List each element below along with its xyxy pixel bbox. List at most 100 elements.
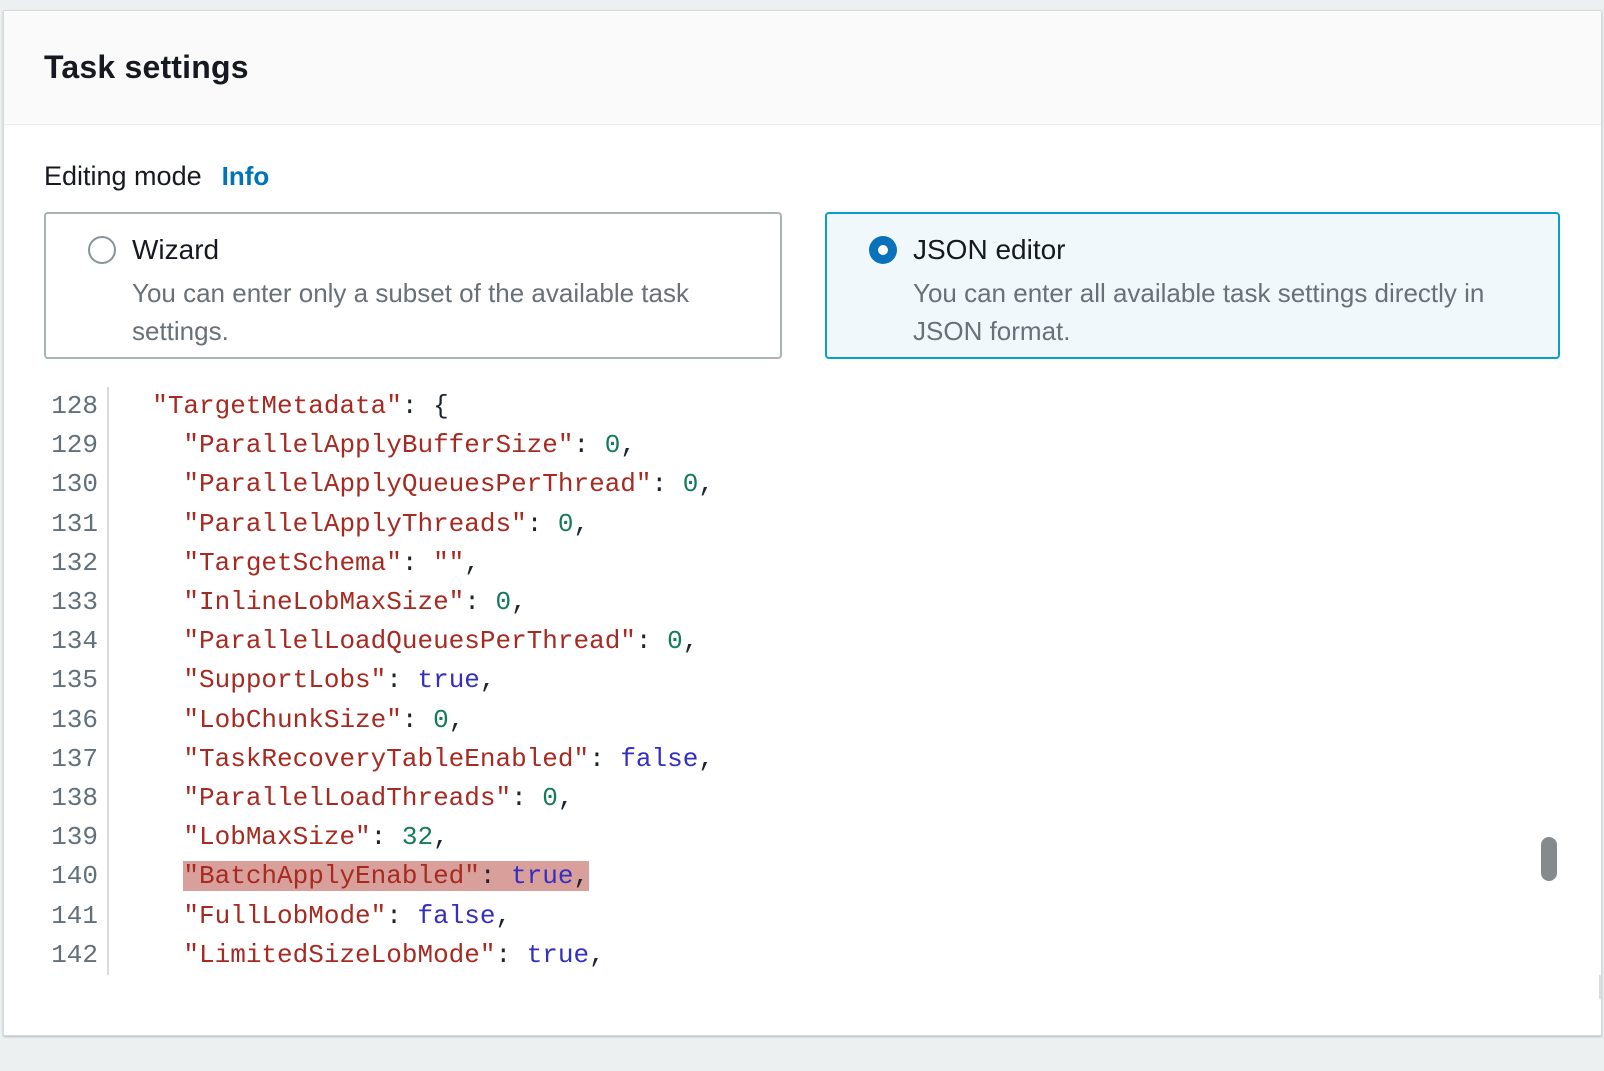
- json-key-token: "InlineLobMaxSize": [183, 587, 464, 617]
- json-plain-token: ,: [620, 430, 636, 460]
- line-number: 139: [4, 818, 109, 857]
- json-bool-token: true: [511, 861, 573, 891]
- json-plain-token: ,: [683, 626, 699, 656]
- panel-header: Task settings: [4, 11, 1601, 125]
- json-plain-token: ,: [496, 901, 512, 931]
- tile-wizard-label: Wizard: [132, 234, 219, 266]
- json-num-token: 0: [683, 469, 699, 499]
- json-key-token: "LobChunkSize": [183, 705, 401, 735]
- line-number: 130: [4, 465, 109, 504]
- highlighted-code-segment: "BatchApplyEnabled": true,: [183, 861, 589, 891]
- line-number: 129: [4, 426, 109, 465]
- json-editor-radio[interactable]: [869, 236, 897, 264]
- code-segment: "TaskRecoveryTableEnabled": false,: [183, 744, 714, 774]
- json-plain-token: ,: [558, 783, 574, 813]
- code-segment: "ParallelLoadThreads": 0,: [183, 783, 573, 813]
- json-num-token: 0: [558, 509, 574, 539]
- json-bool-token: false: [417, 901, 495, 931]
- code-segment: "TargetMetadata": {: [152, 391, 448, 421]
- code-line: "ParallelApplyThreads": 0,: [109, 505, 589, 544]
- json-plain-token: :: [386, 901, 417, 931]
- json-plain-token: :: [371, 822, 402, 852]
- tile-wizard-description: You can enter only a subset of the avail…: [132, 274, 732, 350]
- json-plain-token: :: [511, 783, 542, 813]
- panel-body: Editing mode Info Wizard You can enter o…: [4, 161, 1601, 1071]
- code-segment: "ParallelApplyBufferSize": 0,: [183, 430, 636, 460]
- json-key-token: "ParallelApplyQueuesPerThread": [183, 469, 651, 499]
- editor-line: 137 "TaskRecoveryTableEnabled": false,: [4, 740, 1601, 779]
- task-settings-panel: Task settings Editing mode Info Wizard Y…: [3, 10, 1602, 1036]
- json-plain-token: ,: [480, 665, 496, 695]
- line-number: 137: [4, 740, 109, 779]
- editor-lines: 128 "TargetMetadata": { 129 "ParallelAppl…: [4, 387, 1601, 975]
- json-num-token: 0: [667, 626, 683, 656]
- code-line: "SupportLobs": true,: [109, 661, 496, 700]
- json-key-token: "BatchApplyEnabled": [183, 861, 479, 891]
- editor-line: 142 "LimitedSizeLobMode": true,: [4, 936, 1601, 975]
- json-plain-token: :: [480, 861, 511, 891]
- editor-line: 130 "ParallelApplyQueuesPerThread": 0,: [4, 465, 1601, 504]
- editor-line: 135 "SupportLobs": true,: [4, 661, 1601, 700]
- json-plain-token: ,: [433, 822, 449, 852]
- line-number: 140: [4, 857, 109, 896]
- json-plain-token: :: [495, 940, 526, 970]
- editor-gutter-tail: [4, 975, 1601, 999]
- json-bool-token: true: [527, 940, 589, 970]
- editor-line: 138 "ParallelLoadThreads": 0,: [4, 779, 1601, 818]
- code-line: "LobMaxSize": 32,: [109, 818, 449, 857]
- code-line: "InlineLobMaxSize": 0,: [109, 583, 527, 622]
- editing-mode-tiles: Wizard You can enter only a subset of th…: [44, 212, 1601, 359]
- json-key-token: "ParallelLoadThreads": [183, 783, 511, 813]
- code-line: "LimitedSizeLobMode": true,: [109, 936, 605, 975]
- editing-mode-row: Editing mode Info: [44, 161, 1601, 192]
- code-line: "ParallelApplyBufferSize": 0,: [109, 426, 636, 465]
- json-key-token: "ParallelLoadQueuesPerThread": [183, 626, 635, 656]
- json-plain-token: ,: [589, 940, 605, 970]
- json-plain-token: ,: [511, 587, 527, 617]
- code-segment: "ParallelApplyThreads": 0,: [183, 509, 589, 539]
- page-title: Task settings: [44, 49, 249, 86]
- line-number: 132: [4, 544, 109, 583]
- code-line: "TargetSchema": "",: [109, 544, 480, 583]
- code-segment: "SupportLobs": true,: [183, 665, 495, 695]
- code-segment: "LobChunkSize": 0,: [183, 705, 464, 735]
- tile-json-editor-label: JSON editor: [913, 234, 1066, 266]
- json-num-token: 0: [605, 430, 621, 460]
- json-str-token: "": [433, 548, 464, 578]
- line-number: 134: [4, 622, 109, 661]
- code-segment: "ParallelLoadQueuesPerThread": 0,: [183, 626, 698, 656]
- code-line: "BatchApplyEnabled": true,: [109, 857, 589, 896]
- json-plain-token: ,: [698, 744, 714, 774]
- editor-line: 131 "ParallelApplyThreads": 0,: [4, 505, 1601, 544]
- wizard-radio[interactable]: [88, 236, 116, 264]
- json-plain-token: :: [652, 469, 683, 499]
- code-line: "ParallelLoadQueuesPerThread": 0,: [109, 622, 698, 661]
- info-link[interactable]: Info: [222, 161, 270, 192]
- line-number: 133: [4, 583, 109, 622]
- code-line: "TargetMetadata": {: [109, 387, 449, 426]
- code-segment: "LimitedSizeLobMode": true,: [183, 940, 604, 970]
- editor-line: 140 "BatchApplyEnabled": true,: [4, 857, 1601, 896]
- line-number: 142: [4, 936, 109, 975]
- editor-line: 133 "InlineLobMaxSize": 0,: [4, 583, 1601, 622]
- line-number: 135: [4, 661, 109, 700]
- editing-mode-label: Editing mode: [44, 161, 202, 192]
- line-number: 131: [4, 505, 109, 544]
- code-line: "LobChunkSize": 0,: [109, 701, 464, 740]
- tile-wizard-head: Wizard: [88, 234, 780, 266]
- tile-json-editor-head: JSON editor: [869, 234, 1558, 266]
- code-segment: "ParallelApplyQueuesPerThread": 0,: [183, 469, 714, 499]
- code-editor[interactable]: 128 "TargetMetadata": { 129 "ParallelAppl…: [4, 387, 1601, 1001]
- json-plain-token: ,: [698, 469, 714, 499]
- json-num-token: 0: [433, 705, 449, 735]
- editor-line: 139 "LobMaxSize": 32,: [4, 818, 1601, 857]
- line-number: 128: [4, 387, 109, 426]
- code-line: "ParallelApplyQueuesPerThread": 0,: [109, 465, 714, 504]
- json-key-token: "SupportLobs": [183, 665, 386, 695]
- json-plain-token: ,: [449, 705, 465, 735]
- json-bool-token: true: [417, 665, 479, 695]
- tile-wizard[interactable]: Wizard You can enter only a subset of th…: [44, 212, 782, 359]
- code-segment: "InlineLobMaxSize": 0,: [183, 587, 526, 617]
- tile-json-editor[interactable]: JSON editor You can enter all available …: [825, 212, 1560, 359]
- editor-scrollbar-thumb[interactable]: [1541, 837, 1557, 881]
